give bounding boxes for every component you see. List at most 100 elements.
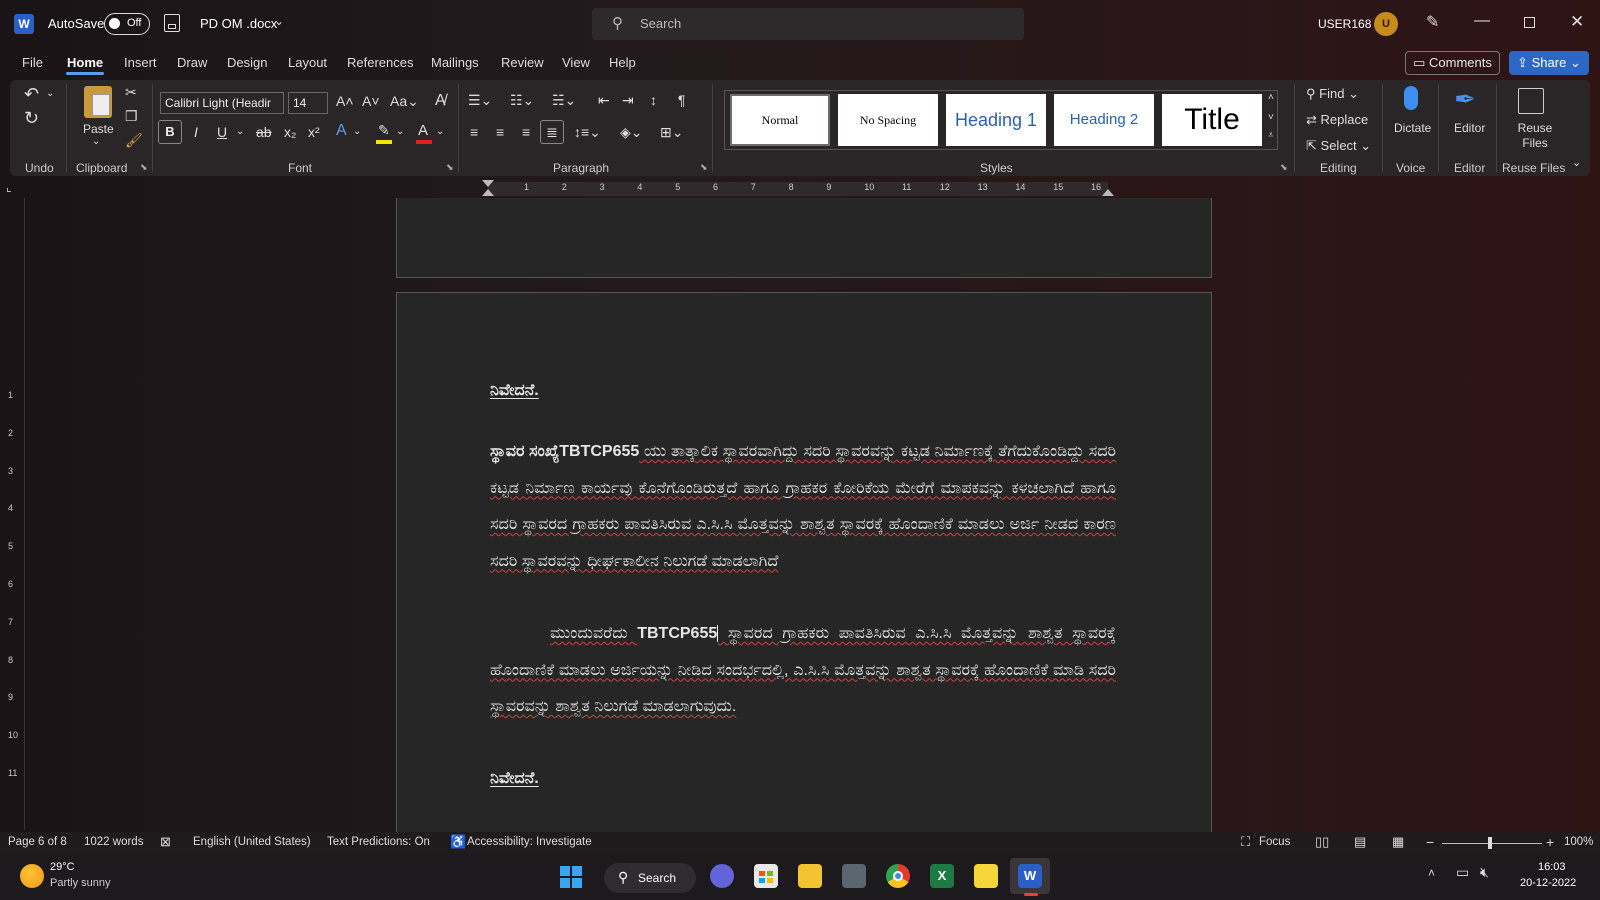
styles-more-icon[interactable]: ⩡ <box>1268 130 1274 141</box>
highlight-icon[interactable]: ✎ <box>378 122 390 139</box>
accessibility-icon[interactable]: ♿ <box>450 834 466 850</box>
change-case-icon[interactable]: Aa⌄ <box>390 93 419 110</box>
underline-icon[interactable]: U <box>217 124 227 140</box>
align-center-icon[interactable]: ≡ <box>496 124 504 140</box>
chevron-up-icon[interactable]: ˄ <box>1428 866 1435 880</box>
font-color-icon[interactable]: A <box>418 122 428 139</box>
font-name-select[interactable]: Calibri Light (Headir <box>160 92 284 114</box>
restore-icon[interactable] <box>1524 17 1535 28</box>
close-icon[interactable]: ✕ <box>1570 12 1584 32</box>
align-left-icon[interactable]: ≡ <box>470 124 478 140</box>
undo-icon[interactable]: ↶ <box>24 84 39 105</box>
redo-icon[interactable]: ↻ <box>24 108 39 129</box>
read-mode-icon[interactable]: ▯▯ <box>1315 834 1329 850</box>
tab-design[interactable]: Design <box>227 55 267 70</box>
reuse-files-label[interactable]: Reuse Files <box>1514 121 1556 151</box>
style-heading-1[interactable]: Heading 1 <box>946 94 1046 146</box>
tab-selector-icon[interactable]: ⌞ <box>6 180 12 194</box>
horizontal-ruler[interactable]: 1 2 3 4 5 6 7 8 9 10 11 12 13 14 15 16 <box>396 180 1208 196</box>
tab-draw[interactable]: Draw <box>177 55 207 70</box>
avatar[interactable]: U <box>1374 12 1398 36</box>
dialog-launcher-icon[interactable]: ⬊ <box>140 162 148 173</box>
numbering-icon[interactable]: ☷⌄ <box>510 92 534 109</box>
windows-start-icon[interactable] <box>560 866 582 888</box>
page-count[interactable]: Page 6 of 8 <box>8 836 67 848</box>
paragraph-2[interactable]: ಮುಂದುವರೆದು TBTCP655 ಸ್ಥಾವರದ ಗ್ರಾಹಕರು ಪಾವ… <box>490 616 1116 726</box>
chevron-down-icon[interactable]: ⌄ <box>236 126 244 137</box>
tab-view[interactable]: View <box>562 55 590 70</box>
right-indent-marker[interactable] <box>1102 189 1114 196</box>
save-icon[interactable] <box>164 14 180 32</box>
document-name[interactable]: PD OM .docx <box>200 16 277 31</box>
align-right-icon[interactable]: ≡ <box>522 124 530 140</box>
focus-icon[interactable]: ⛶ <box>1241 834 1250 850</box>
tab-mailings[interactable]: Mailings <box>431 55 479 70</box>
paste-icon[interactable] <box>84 86 112 118</box>
tab-insert[interactable]: Insert <box>124 55 157 70</box>
multilevel-list-icon[interactable]: ☵⌄ <box>552 92 576 109</box>
clock-date[interactable]: 20-12-2022 <box>1520 877 1576 889</box>
tab-help[interactable]: Help <box>609 55 636 70</box>
borders-icon[interactable]: ⊞⌄ <box>660 124 683 141</box>
minimize-icon[interactable]: — <box>1474 12 1490 30</box>
print-layout-icon[interactable]: ▤ <box>1354 834 1366 850</box>
zoom-slider[interactable] <box>1442 843 1542 844</box>
styles-scroll-down-icon[interactable]: ˅ <box>1268 112 1274 123</box>
chevron-down-icon[interactable]: ⌄ <box>436 126 444 137</box>
weather-temp[interactable]: 29°C <box>50 861 75 873</box>
chevron-down-icon[interactable]: ⌄ <box>92 136 100 147</box>
tab-file[interactable]: File <box>22 55 43 70</box>
chevron-down-icon[interactable]: ⌄ <box>274 14 284 28</box>
document-heading[interactable]: ನಿವೇದನೆ. <box>490 382 1116 400</box>
sort-icon[interactable]: ↕ <box>650 92 657 108</box>
left-indent-marker[interactable] <box>482 189 494 196</box>
zoom-slider-thumb[interactable] <box>1488 837 1492 849</box>
document-heading[interactable]: ನಿವೇದನೆ. <box>490 770 1116 788</box>
weather-desc[interactable]: Partly sunny <box>50 877 111 889</box>
styles-scroll-up-icon[interactable]: ˄ <box>1268 92 1274 103</box>
reuse-files-icon[interactable] <box>1518 88 1544 114</box>
pen-icon[interactable]: ✎ <box>1426 12 1439 32</box>
chevron-down-icon[interactable]: ⌄ <box>46 88 54 99</box>
chrome-icon[interactable] <box>886 864 910 888</box>
share-button[interactable]: ⇪ Share ⌄ <box>1509 51 1589 75</box>
sticky-notes-icon[interactable] <box>974 864 998 888</box>
increase-indent-icon[interactable]: ⇥ <box>622 92 634 109</box>
proofing-icon[interactable]: ⊠ <box>160 834 171 850</box>
line-spacing-icon[interactable]: ↕≡⌄ <box>574 124 601 141</box>
file-explorer-icon[interactable] <box>798 864 822 888</box>
tab-layout[interactable]: Layout <box>288 55 327 70</box>
dialog-launcher-icon[interactable]: ⬊ <box>700 162 708 173</box>
subscript-icon[interactable]: x₂ <box>284 124 296 140</box>
clear-formatting-icon[interactable]: A̸ <box>435 92 446 110</box>
zoom-in-icon[interactable]: + <box>1546 834 1554 850</box>
web-layout-icon[interactable]: ▦ <box>1392 834 1404 850</box>
format-painter-icon[interactable]: 🖌 <box>125 132 143 149</box>
select-button[interactable]: ⇱ Select ⌄ <box>1306 138 1371 154</box>
text-effects-icon[interactable]: A <box>336 122 347 140</box>
dialog-launcher-icon[interactable]: ⬊ <box>446 162 454 173</box>
paste-label[interactable]: Paste <box>83 122 114 136</box>
paragraph-1[interactable]: ಸ್ಥಾವರ ಸಂಖ್ಯೆTBTCP655 ಯು ತಾತ್ಕಾಲಿಕ ಸ್ಥಾವ… <box>490 434 1116 580</box>
taskbar-search[interactable]: ⚲ Search <box>604 863 696 893</box>
tab-references[interactable]: References <box>347 55 413 70</box>
italic-icon[interactable]: I <box>194 124 198 140</box>
style-no-spacing[interactable]: No Spacing <box>838 94 938 146</box>
decrease-indent-icon[interactable]: ⇤ <box>598 92 610 109</box>
editor-icon[interactable]: ✒ <box>1454 84 1476 115</box>
chevron-down-icon[interactable]: ⌄ <box>353 126 361 137</box>
bullets-icon[interactable]: ☰⌄ <box>468 92 492 109</box>
strikethrough-icon[interactable]: ab <box>256 124 272 140</box>
font-size-select[interactable]: 14 <box>288 92 328 114</box>
style-heading-2[interactable]: Heading 2 <box>1054 94 1154 146</box>
username[interactable]: USER168 <box>1318 17 1371 31</box>
teams-icon[interactable] <box>710 864 734 888</box>
chevron-down-icon[interactable]: ⌄ <box>396 126 404 137</box>
replace-button[interactable]: ⇄ Replace <box>1306 112 1368 128</box>
zoom-level[interactable]: 100% <box>1564 836 1593 848</box>
cut-icon[interactable]: ✂ <box>125 84 137 101</box>
language[interactable]: English (United States) <box>193 836 311 848</box>
show-formatting-icon[interactable]: ¶ <box>678 92 686 108</box>
store-icon[interactable] <box>754 864 778 888</box>
bold-icon[interactable]: B <box>158 120 182 144</box>
